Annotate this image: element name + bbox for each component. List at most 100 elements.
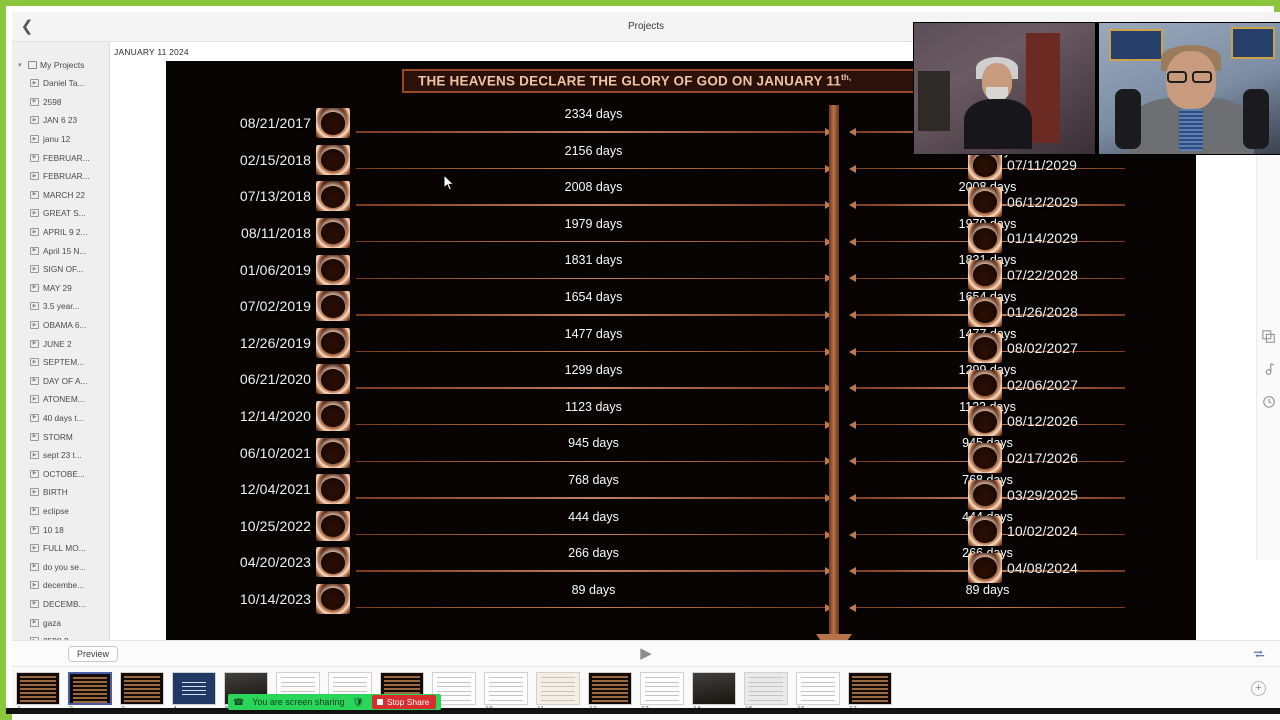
slide-thumbnail[interactable]: 15 — [744, 672, 792, 713]
presentation-file-icon: ▶ — [30, 283, 39, 292]
slide-thumbnail[interactable]: 13 — [640, 672, 688, 713]
sidebar-item[interactable]: ▶ April 15 N... — [12, 241, 109, 260]
slide-thumbnail[interactable]: 10 — [484, 672, 532, 713]
thumbnail-line — [541, 677, 575, 679]
thumbnail-line — [645, 690, 679, 692]
sidebar-item[interactable]: ▶ 10 18 — [12, 520, 109, 539]
eclipse-date-row: 12/26/2019 — [166, 325, 352, 362]
sidebar-item[interactable]: ▶ ATONEM... — [12, 390, 109, 409]
add-slide-button[interactable]: + — [1251, 681, 1266, 696]
slide-thumbnail[interactable]: 12 — [588, 672, 636, 713]
eclipse-date-row: 10/25/2022 — [166, 508, 352, 545]
interval-arrow-line — [356, 533, 831, 536]
layers-icon[interactable] — [1261, 330, 1276, 344]
solar-eclipse-icon — [968, 333, 1002, 364]
sidebar-item-label: ATONEM... — [43, 394, 85, 405]
chevron-down-icon[interactable]: ▾ — [18, 61, 25, 69]
sidebar-item[interactable]: ▶ JAN 6 23 — [12, 111, 109, 130]
loop-icon[interactable] — [1252, 648, 1266, 660]
sidebar-item[interactable]: ▶ MAY 29 — [12, 279, 109, 298]
sidebar-item[interactable]: ▶ JUNE 2 — [12, 334, 109, 353]
sidebar-item-label: eclipse — [43, 505, 69, 516]
eclipse-date-row: 01/14/2029 — [966, 220, 1196, 257]
sidebar-item[interactable]: ▶ gaza — [12, 613, 109, 632]
sidebar-item[interactable]: ▶ BIRTH — [12, 483, 109, 502]
shield-icon[interactable]: 🛡 — [352, 697, 363, 708]
sidebar-item[interactable]: ▶ 3.5 year... — [12, 297, 109, 316]
thumbnail-line — [592, 684, 628, 686]
chair-left — [1115, 89, 1141, 149]
video-tile-left[interactable] — [914, 23, 1095, 154]
presentation-file-icon: ▶ — [30, 302, 39, 311]
sidebar-item[interactable]: ▶ do you se... — [12, 557, 109, 576]
glasses-right-lens — [1192, 71, 1212, 83]
sidebar-item[interactable]: ▶2598 2 — [12, 632, 109, 640]
interval-arrow-line — [356, 423, 831, 426]
phone-icon[interactable]: ☎ — [233, 697, 244, 708]
left-interval-column: 2334 days 2156 days 2008 days 1979 days 1831… — [356, 105, 832, 617]
thumbnail-line — [384, 684, 420, 686]
timer-icon[interactable] — [1262, 394, 1276, 408]
eclipse-date-row: 08/12/2026 — [966, 403, 1196, 440]
sidebar-item[interactable]: ▶ APRIL 9 2... — [12, 223, 109, 242]
presentation-file-icon: ▶ — [30, 228, 39, 237]
preview-button[interactable]: Preview — [68, 645, 119, 662]
presentation-file-icon: ▶ — [30, 618, 39, 627]
sidebar-item[interactable]: ▶ SIGN OF... — [12, 260, 109, 279]
eclipse-date-row: 01/06/2019 — [166, 251, 352, 288]
slide-thumbnail-image — [172, 672, 216, 705]
eclipse-date-label: 10/14/2023 — [239, 591, 311, 608]
thumbnail-line — [20, 688, 56, 690]
thumbnail-line — [73, 697, 107, 699]
sidebar-item[interactable]: ▶ GREAT S... — [12, 204, 109, 223]
sidebar-item[interactable]: ▶ 40 days t... — [12, 409, 109, 428]
music-note-icon[interactable] — [1262, 362, 1276, 376]
video-conference-overlay[interactable] — [913, 22, 1280, 155]
eclipse-date-row: 07/22/2028 — [966, 257, 1196, 294]
sidebar-item[interactable]: ▶ OCTOBE... — [12, 464, 109, 483]
sidebar-item[interactable]: ▶ FULL MO... — [12, 539, 109, 558]
slide-thumbnail[interactable]: 16 — [796, 672, 844, 713]
play-icon[interactable]: ▶ — [640, 646, 652, 661]
bottom-black-strip — [6, 708, 1280, 714]
slide-thumbnail[interactable]: 11 — [536, 672, 584, 713]
thumbnail-line — [801, 677, 835, 679]
arrow-left-icon — [849, 493, 856, 502]
slide-thumbnail[interactable]: 3 — [120, 672, 168, 713]
sidebar-item[interactable]: ▶ DAY OF A... — [12, 372, 109, 391]
slide-thumbnail[interactable]: 14 — [692, 672, 740, 713]
stop-share-button[interactable]: Stop Share — [371, 695, 437, 709]
sidebar-item-label: DAY OF A... — [43, 375, 88, 386]
sidebar-item-label: FEBRUAR... — [43, 171, 90, 182]
sidebar-item[interactable]: ▶ sept 23 t... — [12, 446, 109, 465]
slide-thumbnail[interactable]: 1 — [16, 672, 64, 713]
slide-thumbnail[interactable]: 2 — [68, 672, 116, 713]
interval-arrow-row: 2334 days — [356, 105, 832, 142]
sidebar-item[interactable]: ▶ decembe... — [12, 576, 109, 595]
sidebar-item[interactable]: ▶ OBAMA 6... — [12, 316, 109, 335]
video-tile-right[interactable] — [1099, 23, 1280, 154]
interval-days-label: 266 days — [568, 546, 619, 561]
sidebar-item-label: JAN 6 23 — [43, 115, 78, 126]
slide-thumbnail-image — [744, 672, 788, 705]
sidebar-item[interactable]: ▶ STORM — [12, 427, 109, 446]
sidebar-item[interactable]: ▶ MARCH 22 — [12, 186, 109, 205]
sidebar-item[interactable]: ▶ 2598 — [12, 93, 109, 112]
sidebar-root-my-projects[interactable]: ▾ My Projects — [12, 58, 109, 74]
sidebar-item[interactable]: ▶ Daniel Ta... — [12, 74, 109, 93]
solar-eclipse-icon — [316, 437, 350, 468]
sidebar-item[interactable]: ▶ janu 12 — [12, 130, 109, 149]
presentation-file-icon: ▶ — [30, 581, 39, 590]
slide-thumbnail[interactable]: 4 — [172, 672, 220, 713]
slide-thumbnail[interactable]: 17 — [848, 672, 896, 713]
sidebar-item[interactable]: ▶ eclipse — [12, 502, 109, 521]
interval-days-label: 1654 days — [564, 289, 623, 304]
sidebar-item[interactable]: ▶ FEBRUAR... — [12, 167, 109, 186]
sidebar-item[interactable]: ▶ DECEMB... — [12, 595, 109, 614]
eclipse-date-label: 08/21/2017 — [239, 115, 311, 132]
sidebar-item[interactable]: ▶ FEBRUAR... — [12, 148, 109, 167]
interval-days-label: 768 days — [568, 472, 619, 487]
sidebar-item[interactable]: ▶ SEPTEM... — [12, 353, 109, 372]
presentation-file-icon: ▶ — [30, 265, 39, 274]
projects-sidebar[interactable]: ▾ My Projects ▶ Daniel Ta... ▶ 2598 ▶ JAN 6 2… — [12, 42, 110, 640]
